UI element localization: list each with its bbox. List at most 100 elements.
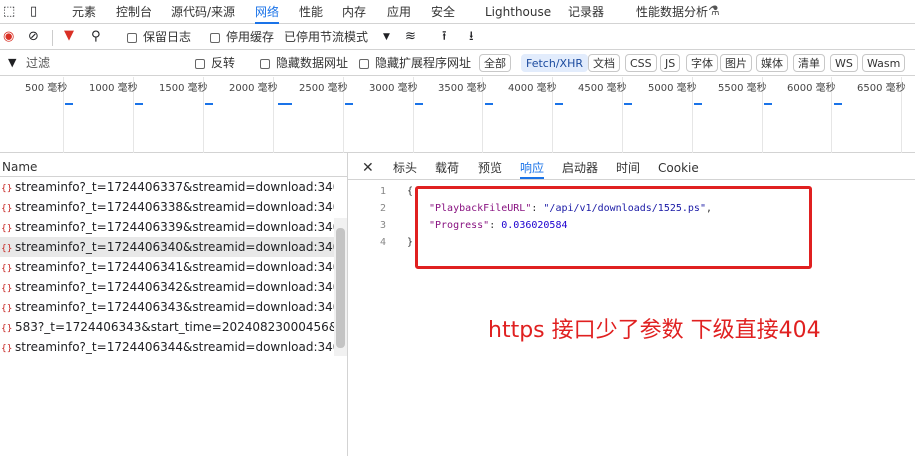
device-toolbar-icon[interactable]: ▯ (30, 4, 37, 20)
disable-cache-checkbox[interactable] (210, 33, 220, 43)
xhr-icon: {} (1, 304, 13, 314)
request-bar (485, 103, 493, 105)
disable-cache-label: 停用缓存 (226, 30, 275, 44)
xhr-icon: {} (1, 224, 13, 234)
tab-security[interactable]: 安全 (431, 0, 455, 24)
tab-preview[interactable]: 预览 (478, 157, 502, 179)
download-icon[interactable]: ⭳ (469, 29, 474, 45)
timeline-tick: 6000 毫秒 (787, 83, 836, 94)
tab-initiator[interactable]: 启动器 (562, 157, 598, 179)
record-stop-icon[interactable]: ◉ (3, 29, 14, 45)
clear-icon[interactable]: ⊘ (28, 29, 39, 45)
tab-lighthouse[interactable]: Lighthouse (485, 0, 551, 24)
tab-memory[interactable]: 内存 (342, 0, 366, 24)
xhr-icon: {} (1, 264, 13, 274)
hide-ext-urls-label: 隐藏扩展程序网址 (375, 56, 472, 70)
tab-elements[interactable]: 元素 (72, 0, 96, 24)
invert-label: 反转 (211, 56, 236, 70)
network-toolbar: ◉ ⊘ ▼ ⚲ 保留日志 停用缓存 已停用节流模式 ▼ ≋ ⭱ ⭳ (0, 25, 915, 50)
timeline-tick: 5500 毫秒 (718, 83, 767, 94)
scrollbar-thumb[interactable] (336, 228, 345, 348)
panel-divider[interactable] (347, 153, 348, 456)
request-row[interactable]: {} streaminfo?_t=1724406342&streamid=down… (0, 277, 334, 297)
type-filter-font[interactable]: 字体 (686, 54, 718, 72)
line-number: 4 (379, 237, 386, 248)
devtools-tab-bar: ⬚ ▯ 元素 控制台 源代码/来源 网络 性能 内存 应用 安全 Lightho… (0, 0, 915, 24)
filter-icon: ▼ (8, 56, 17, 69)
line-number: 1 (379, 186, 386, 197)
filter-bar: ▼ 过滤 反转 隐藏数据网址 隐藏扩展程序网址 全部 Fetch/XHR 文档 … (0, 51, 915, 76)
request-bar (205, 103, 213, 105)
upload-icon[interactable]: ⭱ (442, 29, 447, 45)
search-icon[interactable]: ⚲ (91, 29, 101, 45)
invert-checkbox[interactable] (195, 59, 205, 69)
request-bar (555, 103, 563, 105)
xhr-icon: {} (1, 184, 13, 194)
tab-performance[interactable]: 性能 (299, 0, 323, 24)
request-bar (694, 103, 702, 105)
request-bar (764, 103, 772, 105)
name-column-header[interactable]: Name (0, 157, 347, 177)
type-filter-wasm[interactable]: Wasm (862, 54, 906, 72)
request-bar (834, 103, 842, 105)
request-list: Name {} streaminfo?_t=1724406337&streamid… (0, 157, 347, 456)
request-bar (278, 103, 292, 105)
type-filter-img[interactable]: 图片 (720, 54, 752, 72)
request-bar (65, 103, 73, 105)
request-bar (415, 103, 423, 105)
filter-input[interactable]: 过滤 (26, 55, 50, 71)
request-bar (345, 103, 353, 105)
detail-tab-bar: ✕ 标头 载荷 预览 响应 启动器 时间 Cookie (348, 157, 915, 180)
chevron-down-icon[interactable]: ▼ (383, 29, 390, 45)
request-list-scrollbar[interactable] (334, 218, 347, 356)
timeline-tick: 1000 毫秒 (89, 83, 138, 94)
hide-ext-urls-checkbox[interactable] (359, 59, 369, 69)
annotation-highlight-box (415, 186, 812, 269)
request-row[interactable]: {} streaminfo?_t=1724406339&streamid=down… (0, 217, 334, 237)
preserve-log-label: 保留日志 (143, 30, 192, 44)
timeline-tick: 3500 毫秒 (438, 83, 487, 94)
tab-recorder[interactable]: 记录器 (568, 0, 604, 24)
timeline-overview[interactable]: 500 毫秒 1000 毫秒 1500 毫秒 2000 毫秒 2500 毫秒 3… (0, 77, 915, 153)
tab-headers[interactable]: 标头 (393, 157, 417, 179)
request-row-selected[interactable]: {} streaminfo?_t=1724406340&streamid=down… (0, 237, 334, 257)
request-row[interactable]: {} streaminfo?_t=1724406337&streamid=down… (0, 177, 334, 197)
close-icon[interactable]: ✕ (362, 157, 374, 179)
type-filter-doc[interactable]: 文档 (588, 54, 620, 72)
type-filter-manifest[interactable]: 清单 (793, 54, 825, 72)
tab-network[interactable]: 网络 (255, 0, 280, 24)
timeline-tick: 2500 毫秒 (299, 83, 348, 94)
request-row[interactable]: {} streaminfo?_t=1724406341&streamid=down… (0, 257, 334, 277)
type-filter-all[interactable]: 全部 (479, 54, 511, 72)
type-filter-ws[interactable]: WS (830, 54, 858, 72)
type-filter-media[interactable]: 媒体 (756, 54, 788, 72)
tab-response[interactable]: 响应 (520, 157, 545, 179)
throttling-select[interactable]: 已停用节流模式 (284, 29, 368, 45)
tab-application[interactable]: 应用 (387, 0, 411, 24)
type-filter-js[interactable]: JS (660, 54, 681, 72)
request-row[interactable]: {} 583?_t=1724406343&start_time=202408230… (0, 317, 334, 337)
request-row[interactable]: {} streaminfo?_t=1724406343&streamid=down… (0, 297, 334, 317)
filter-funnel-icon[interactable]: ▼ (64, 28, 74, 44)
type-filter-css[interactable]: CSS (625, 54, 657, 72)
hide-data-urls-label: 隐藏数据网址 (276, 56, 349, 70)
tab-console[interactable]: 控制台 (116, 0, 152, 24)
timeline-tick: 4000 毫秒 (508, 83, 557, 94)
xhr-icon: {} (1, 284, 13, 294)
tab-performance-insights[interactable]: 性能数据分析 (636, 0, 708, 24)
timeline-tick: 500 毫秒 (25, 83, 68, 94)
type-filter-fetch-xhr[interactable]: Fetch/XHR (521, 54, 588, 72)
network-conditions-icon[interactable]: ≋ (405, 29, 416, 45)
tab-sources[interactable]: 源代码/来源 (171, 0, 235, 24)
inspect-element-icon[interactable]: ⬚ (3, 4, 15, 20)
timeline-tick: 5000 毫秒 (648, 83, 697, 94)
hide-data-urls-checkbox[interactable] (260, 59, 270, 69)
preserve-log-checkbox[interactable] (127, 33, 137, 43)
request-row[interactable]: {} streaminfo?_t=1724406338&streamid=down… (0, 197, 334, 217)
request-row[interactable]: {} streaminfo?_t=1724406344&streamid=down… (0, 337, 334, 357)
tab-payload[interactable]: 载荷 (435, 157, 459, 179)
tab-cookies[interactable]: Cookie (658, 157, 699, 179)
tab-timing[interactable]: 时间 (616, 157, 640, 179)
timeline-tick: 1500 毫秒 (159, 83, 208, 94)
line-number: 3 (379, 220, 386, 231)
